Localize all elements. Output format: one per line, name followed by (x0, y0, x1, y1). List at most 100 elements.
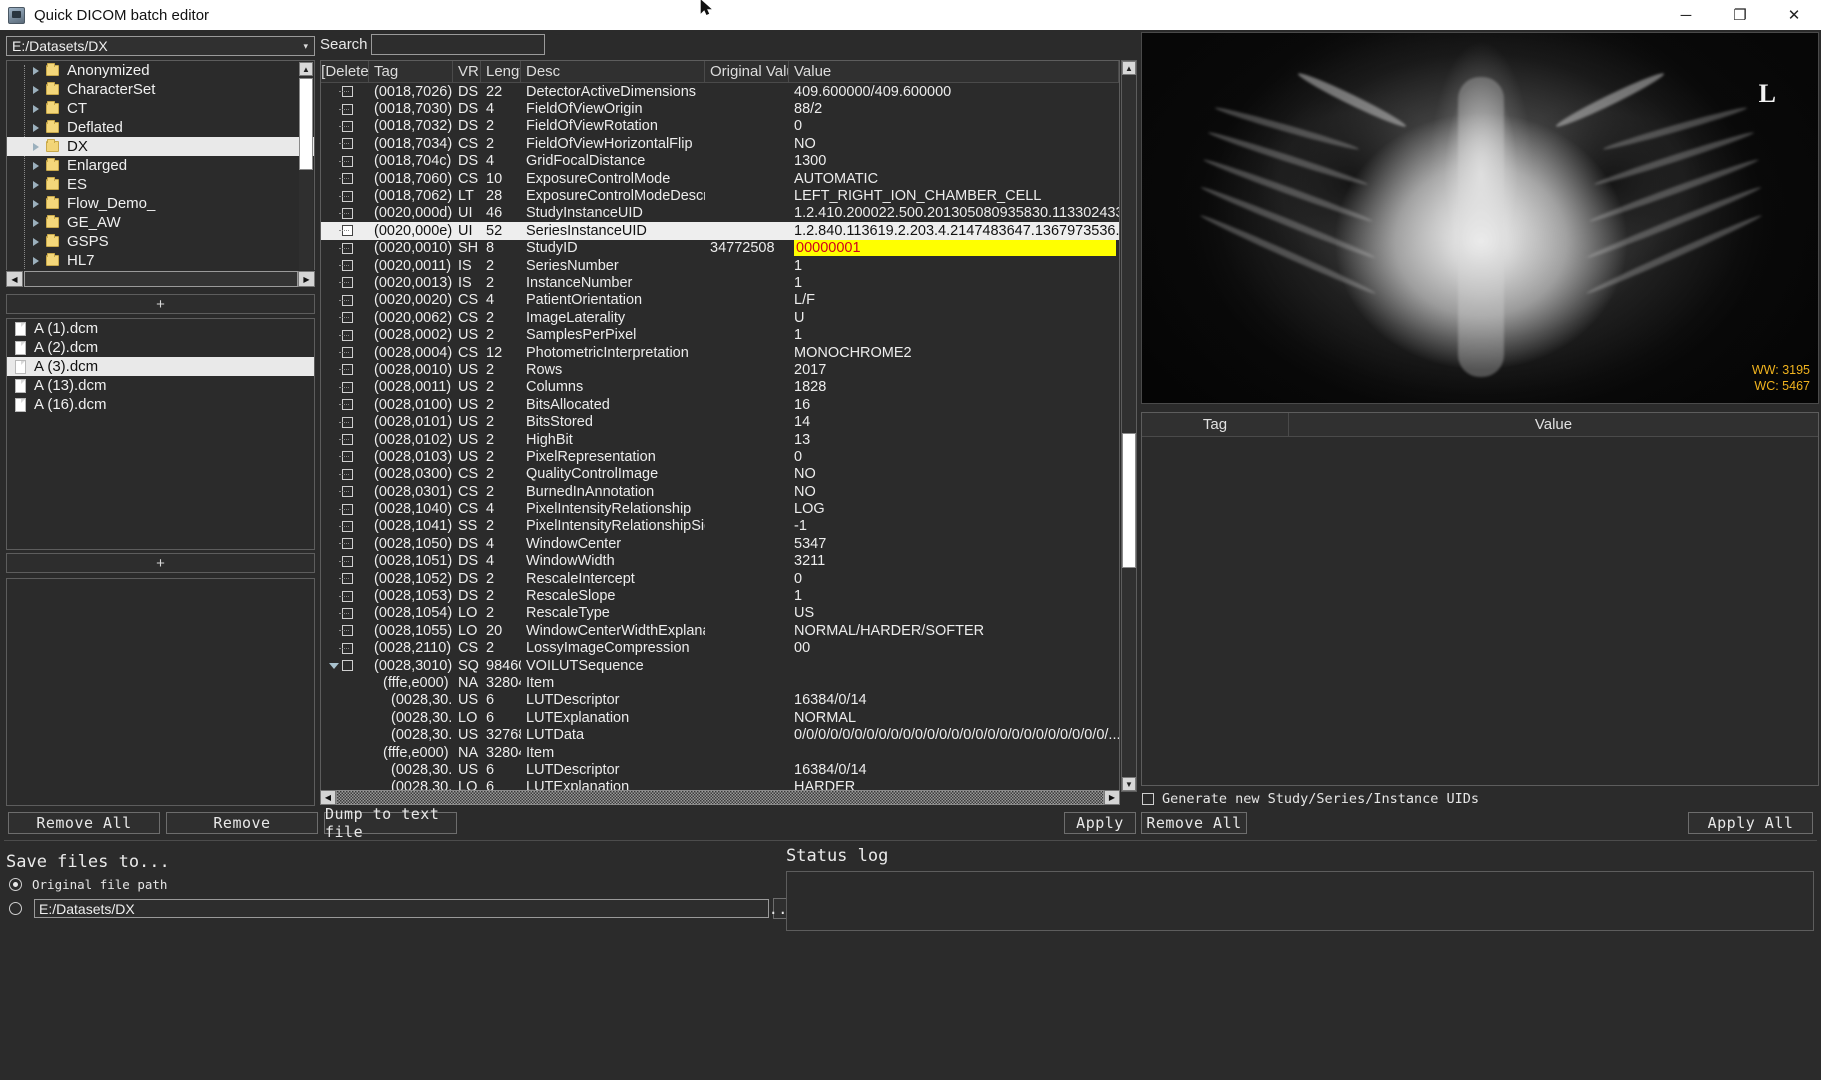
table-row[interactable]: (0018,7034) CS 2 FieldOfViewHorizontalFlip N… (321, 135, 1119, 152)
cell-value[interactable]: 00 (789, 640, 1119, 656)
cell-value[interactable]: US (789, 605, 1119, 621)
table-row[interactable]: (0028,3010) SQ 98460 VOILUTSequence (321, 657, 1119, 674)
expand-arrow-icon[interactable] (33, 218, 39, 227)
table-row[interactable]: (0028,0101) US 2 BitsStored 14 (321, 413, 1119, 430)
scrollbar-thumb[interactable] (1122, 433, 1136, 568)
scroll-right-icon[interactable]: ▶ (298, 271, 315, 287)
cell-value[interactable]: NO (789, 136, 1119, 152)
remove-all-files-button[interactable]: Remove All (8, 812, 160, 834)
cell-value[interactable]: U (789, 310, 1119, 326)
scroll-right-icon[interactable]: ▶ (1104, 790, 1120, 805)
folder-tree[interactable]: Anonymized CharacterSet CT Deflated DX Enlarg… (6, 60, 315, 288)
table-row[interactable]: (0028,30... US 6 LUTDescriptor 16384/0/14 (321, 761, 1119, 778)
row-delete-cell[interactable] (321, 625, 369, 637)
cell-value[interactable]: 3211 (789, 553, 1119, 569)
row-delete-cell[interactable] (321, 312, 369, 324)
cell-value[interactable]: 1300 (789, 153, 1119, 169)
cell-value[interactable]: NORMAL/HARDER/SOFTER (789, 623, 1119, 639)
row-delete-cell[interactable] (321, 555, 369, 567)
row-delete-cell[interactable] (321, 103, 369, 115)
table-row[interactable]: (0028,1055) LO 20 WindowCenterWidthExplanat… (321, 622, 1119, 639)
table-horizontal-scrollbar[interactable]: ◀ ▶ (320, 789, 1120, 806)
dicom-image-viewer[interactable]: L WW: 3195 WC: 5467 (1141, 32, 1819, 404)
row-delete-cell[interactable] (321, 347, 369, 359)
status-log-box[interactable] (786, 871, 1814, 931)
table-row[interactable]: (0018,704c) DS 4 GridFocalDistance 1300 (321, 153, 1119, 170)
table-row[interactable]: (0028,0300) CS 2 QualityControlImage NO (321, 466, 1119, 483)
cell-value[interactable]: 16 (789, 397, 1119, 413)
row-delete-cell[interactable] (321, 260, 369, 272)
table-row[interactable]: (0020,0010) SH 8 StudyID 34772508 00000001 (321, 240, 1119, 257)
save-original-path-radio[interactable]: Original file path (9, 877, 167, 892)
row-delete-cell[interactable] (321, 329, 369, 341)
row-delete-cell[interactable] (321, 660, 369, 672)
cell-value[interactable]: NO (789, 466, 1119, 482)
table-row[interactable]: (0028,1041) SS 2 PixelIntensityRelationship… (321, 518, 1119, 535)
cell-value[interactable]: 1 (789, 258, 1119, 274)
scrollbar-thumb[interactable] (299, 78, 313, 170)
row-delete-cell[interactable] (321, 503, 369, 515)
column-header-length[interactable]: Lengtl (481, 61, 521, 83)
folder-tree-item[interactable]: HL7 (7, 251, 314, 270)
table-row[interactable]: (0028,30... LO 6 LUTExplanation NORMAL (321, 709, 1119, 726)
column-header-tag[interactable]: Tag (369, 61, 453, 83)
column-header-value[interactable]: Value (789, 61, 1119, 83)
cell-value[interactable]: 14 (789, 414, 1119, 430)
hscroll-track[interactable] (336, 790, 1104, 805)
scroll-down-icon[interactable]: ▼ (1122, 777, 1136, 791)
scroll-left-icon[interactable]: ◀ (320, 790, 336, 805)
cell-value[interactable]: NORMAL (789, 710, 1119, 726)
expand-arrow-icon[interactable] (33, 104, 39, 113)
collapse-arrow-icon[interactable] (329, 662, 339, 669)
table-row[interactable]: (0018,7026) DS 22 DetectorActiveDimensions 4… (321, 83, 1119, 100)
cell-value[interactable]: LOG (789, 501, 1119, 517)
cell-value[interactable]: 88/2 (789, 101, 1119, 117)
row-delete-cell[interactable] (321, 468, 369, 480)
cell-value[interactable]: AUTOMATIC (789, 171, 1119, 187)
cell-value[interactable]: 1 (789, 275, 1119, 291)
table-row[interactable]: (0028,30... US 32768 LUTData 0/0/0/0/0/0/0/0… (321, 726, 1119, 743)
row-delete-cell[interactable] (321, 434, 369, 445)
table-row[interactable]: (0028,1050) DS 4 WindowCenter 5347 (321, 535, 1119, 552)
table-row[interactable]: (0028,0102) US 2 HighBit 13 (321, 431, 1119, 448)
cell-value[interactable]: 0 (789, 449, 1119, 465)
cell-value[interactable]: NO (789, 484, 1119, 500)
table-row[interactable]: (0028,0301) CS 2 BurnedInAnnotation NO (321, 483, 1119, 500)
cell-value[interactable]: 5347 (789, 536, 1119, 552)
hscroll-track[interactable] (24, 271, 298, 287)
row-delete-cell[interactable] (321, 242, 369, 254)
radio-selected-icon[interactable] (9, 878, 22, 891)
row-checkbox[interactable] (342, 660, 353, 672)
dump-to-text-file-button[interactable]: Dump to text file (324, 805, 457, 841)
cell-value[interactable]: 0 (789, 118, 1119, 134)
dataset-path-combobox[interactable]: E:/Datasets/DX ▾ (6, 36, 315, 56)
file-list-item[interactable]: A (1).dcm (7, 319, 314, 338)
scroll-up-icon[interactable]: ▲ (299, 62, 313, 76)
table-row[interactable]: (0028,1052) DS 2 RescaleIntercept 0 (321, 570, 1119, 587)
row-delete-cell[interactable] (321, 416, 369, 428)
cell-value[interactable]: 13 (789, 432, 1119, 448)
table-row[interactable]: (0028,1054) LO 2 RescaleType US (321, 605, 1119, 622)
table-row[interactable]: (0018,7062) LT 28 ExposureControlModeDescri… (321, 187, 1119, 204)
cell-value[interactable]: 2017 (789, 362, 1119, 378)
row-delete-cell[interactable] (321, 190, 369, 202)
expand-arrow-icon[interactable] (33, 142, 39, 151)
remove-all-edits-button[interactable]: Remove All (1141, 812, 1247, 834)
minimize-button[interactable]: ─ (1659, 0, 1713, 30)
expand-arrow-icon[interactable] (33, 180, 39, 189)
save-path-input[interactable] (34, 899, 769, 918)
cell-value[interactable]: 16384/0/14 (789, 762, 1119, 778)
table-row[interactable]: (0028,0002) US 2 SamplesPerPixel 1 (321, 326, 1119, 343)
table-row[interactable]: (0020,0011) IS 2 SeriesNumber 1 (321, 257, 1119, 274)
folder-tree-item[interactable]: GE_AW (7, 213, 314, 232)
table-row[interactable]: (0028,2110) CS 2 LossyImageCompression 00 (321, 640, 1119, 657)
cell-value[interactable]: LEFT_RIGHT_ION_CHAMBER_CELL (789, 188, 1119, 204)
table-row[interactable]: (0018,7032) DS 2 FieldOfViewRotation 0 (321, 118, 1119, 135)
row-delete-cell[interactable] (321, 120, 369, 132)
cell-value[interactable]: 16384/0/14 (789, 692, 1119, 708)
column-header-original-value[interactable]: Original Value (705, 61, 789, 83)
cell-value[interactable]: 1.2.410.200022.500.201305080935830.11330… (789, 205, 1119, 221)
table-row[interactable]: (0028,0103) US 2 PixelRepresentation 0 (321, 448, 1119, 465)
expand-arrow-icon[interactable] (33, 66, 39, 75)
cell-value[interactable]: 1828 (789, 379, 1119, 395)
